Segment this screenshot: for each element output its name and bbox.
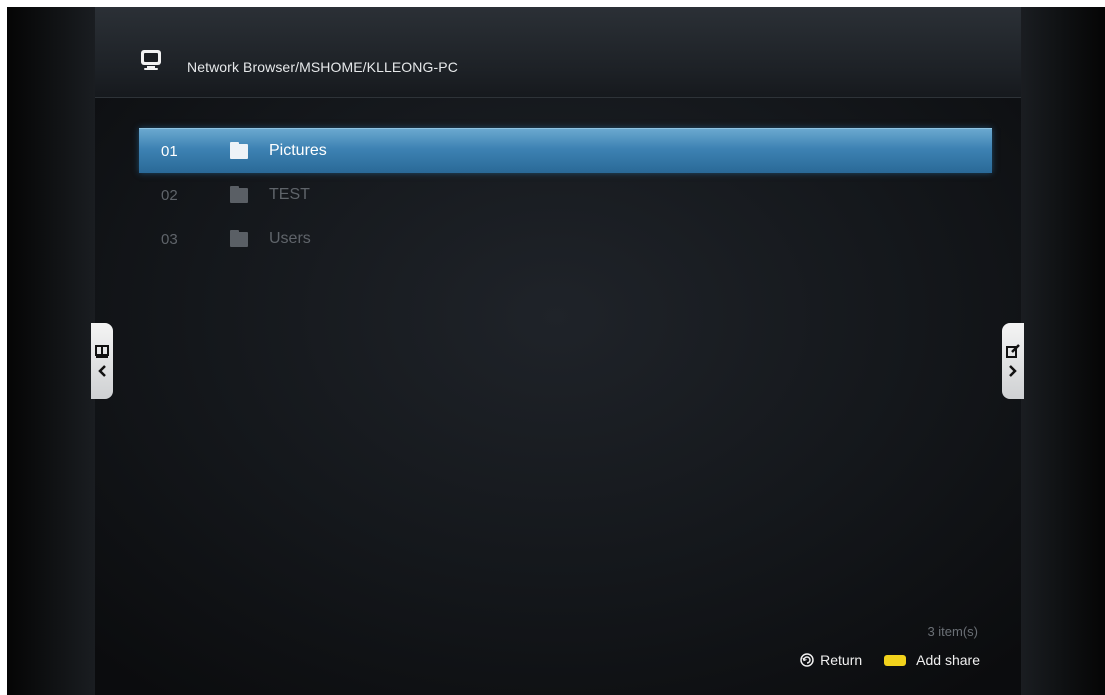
header-bar: Network Browser/MSHOME/KLLEONG-PC <box>95 7 1021 98</box>
item-number: 01 <box>161 142 178 160</box>
list-item-users[interactable]: 03 Users <box>139 217 992 261</box>
folder-icon <box>230 186 248 203</box>
right-side-tab[interactable] <box>1002 323 1024 399</box>
return-icon <box>800 653 814 667</box>
folder-icon <box>230 230 248 247</box>
yellow-key-icon <box>884 654 907 666</box>
item-name: Pictures <box>269 142 327 159</box>
list-item-pictures[interactable]: 01 Pictures <box>139 128 992 173</box>
return-label[interactable]: Return <box>820 652 862 668</box>
list-item-test[interactable]: 02 TEST <box>139 173 992 217</box>
item-name: TEST <box>269 186 310 203</box>
folder-icon <box>230 142 248 159</box>
item-name: Users <box>269 230 311 247</box>
button-legend: Return Add share <box>800 652 980 668</box>
edit-icon <box>1006 344 1020 358</box>
monitor-icon <box>141 50 161 70</box>
media-player-screen: Network Browser/MSHOME/KLLEONG-PC 01 Pic… <box>7 7 1105 695</box>
item-number: 03 <box>161 230 178 248</box>
left-side-tab[interactable] <box>91 323 113 399</box>
left-bezel <box>7 7 95 695</box>
file-list: 01 Pictures 02 TEST 03 Users <box>139 128 992 261</box>
chevron-left-icon <box>98 364 106 377</box>
breadcrumb-path: Network Browser/MSHOME/KLLEONG-PC <box>187 59 458 75</box>
item-count: 3 item(s) <box>927 624 978 639</box>
add-share-label[interactable]: Add share <box>916 652 980 668</box>
chevron-right-icon <box>1009 365 1017 377</box>
book-icon <box>95 344 109 358</box>
right-bezel <box>1021 7 1105 695</box>
item-number: 02 <box>161 186 178 204</box>
